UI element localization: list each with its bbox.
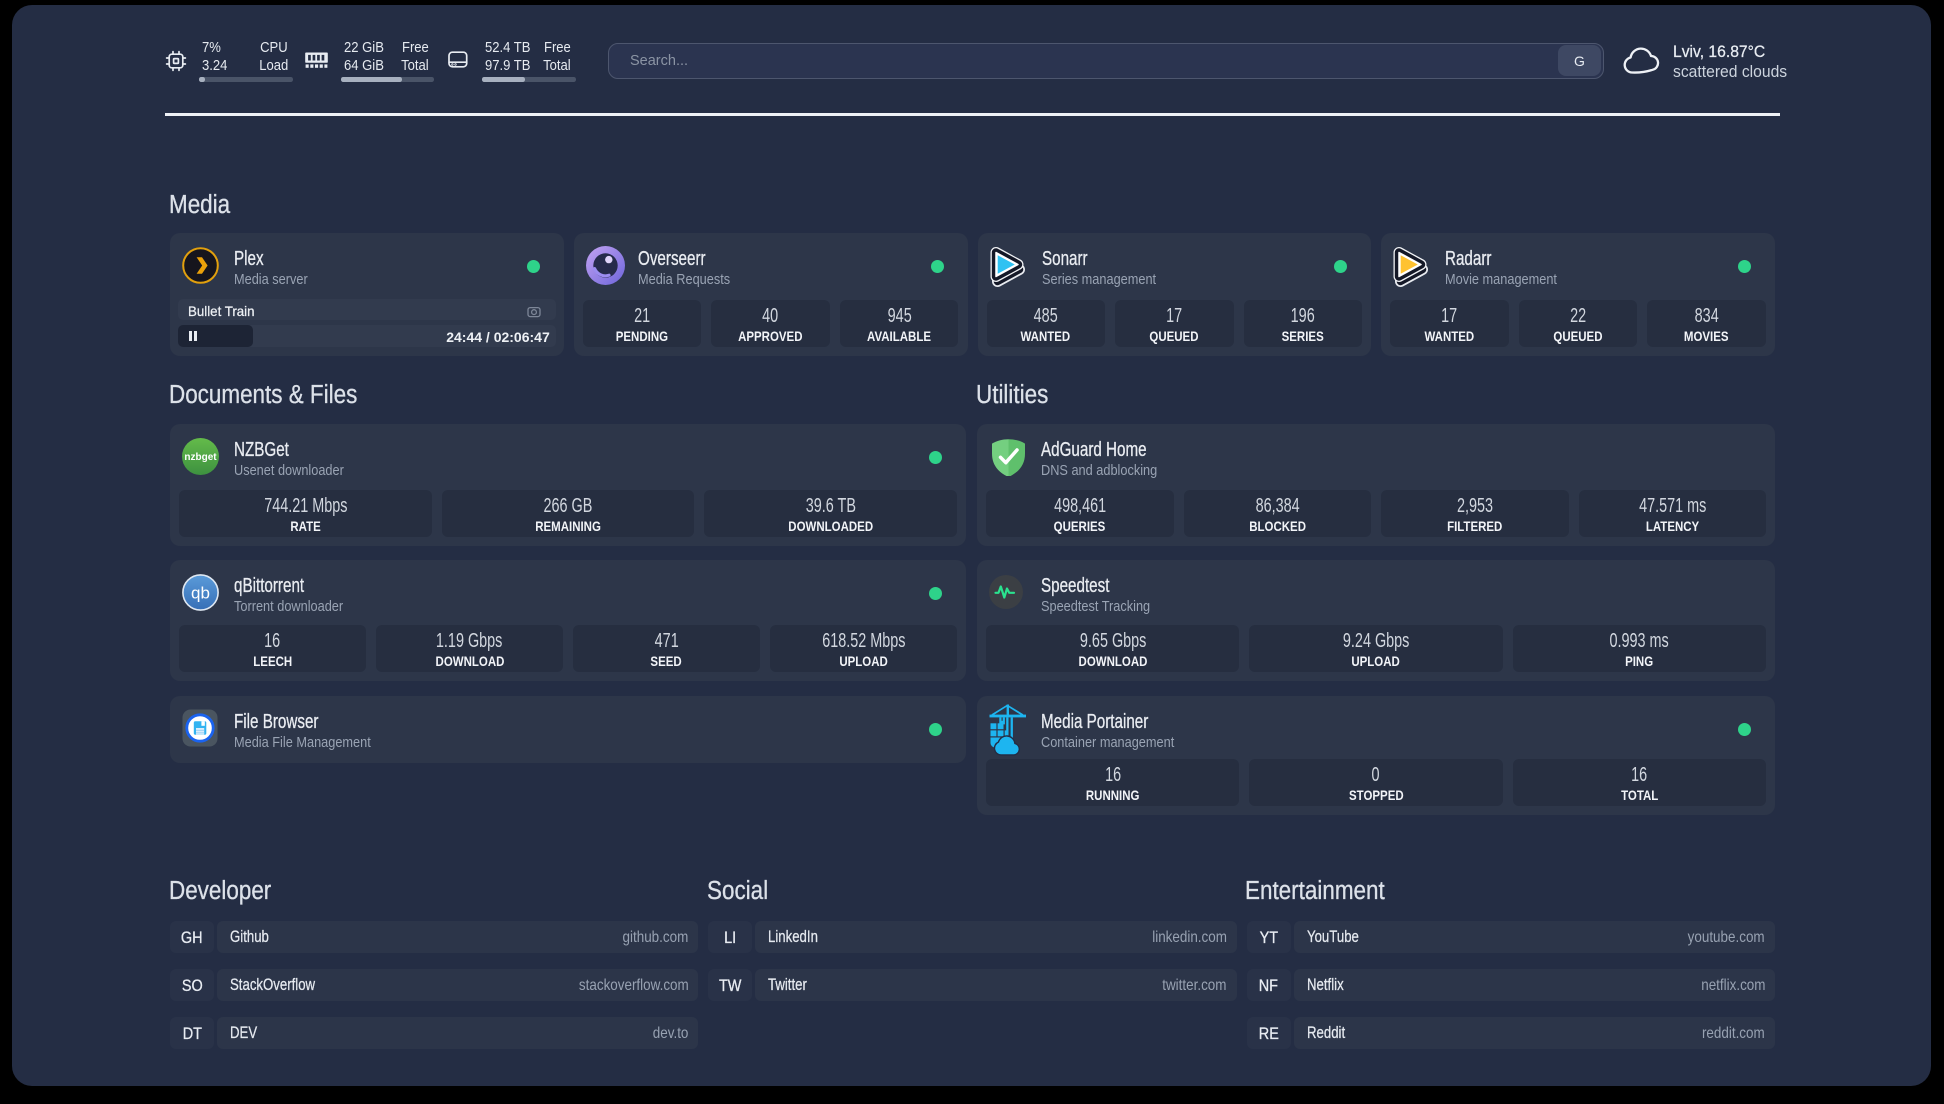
svg-text:nzbget: nzbget bbox=[184, 452, 217, 463]
svg-text:qb: qb bbox=[191, 584, 210, 603]
